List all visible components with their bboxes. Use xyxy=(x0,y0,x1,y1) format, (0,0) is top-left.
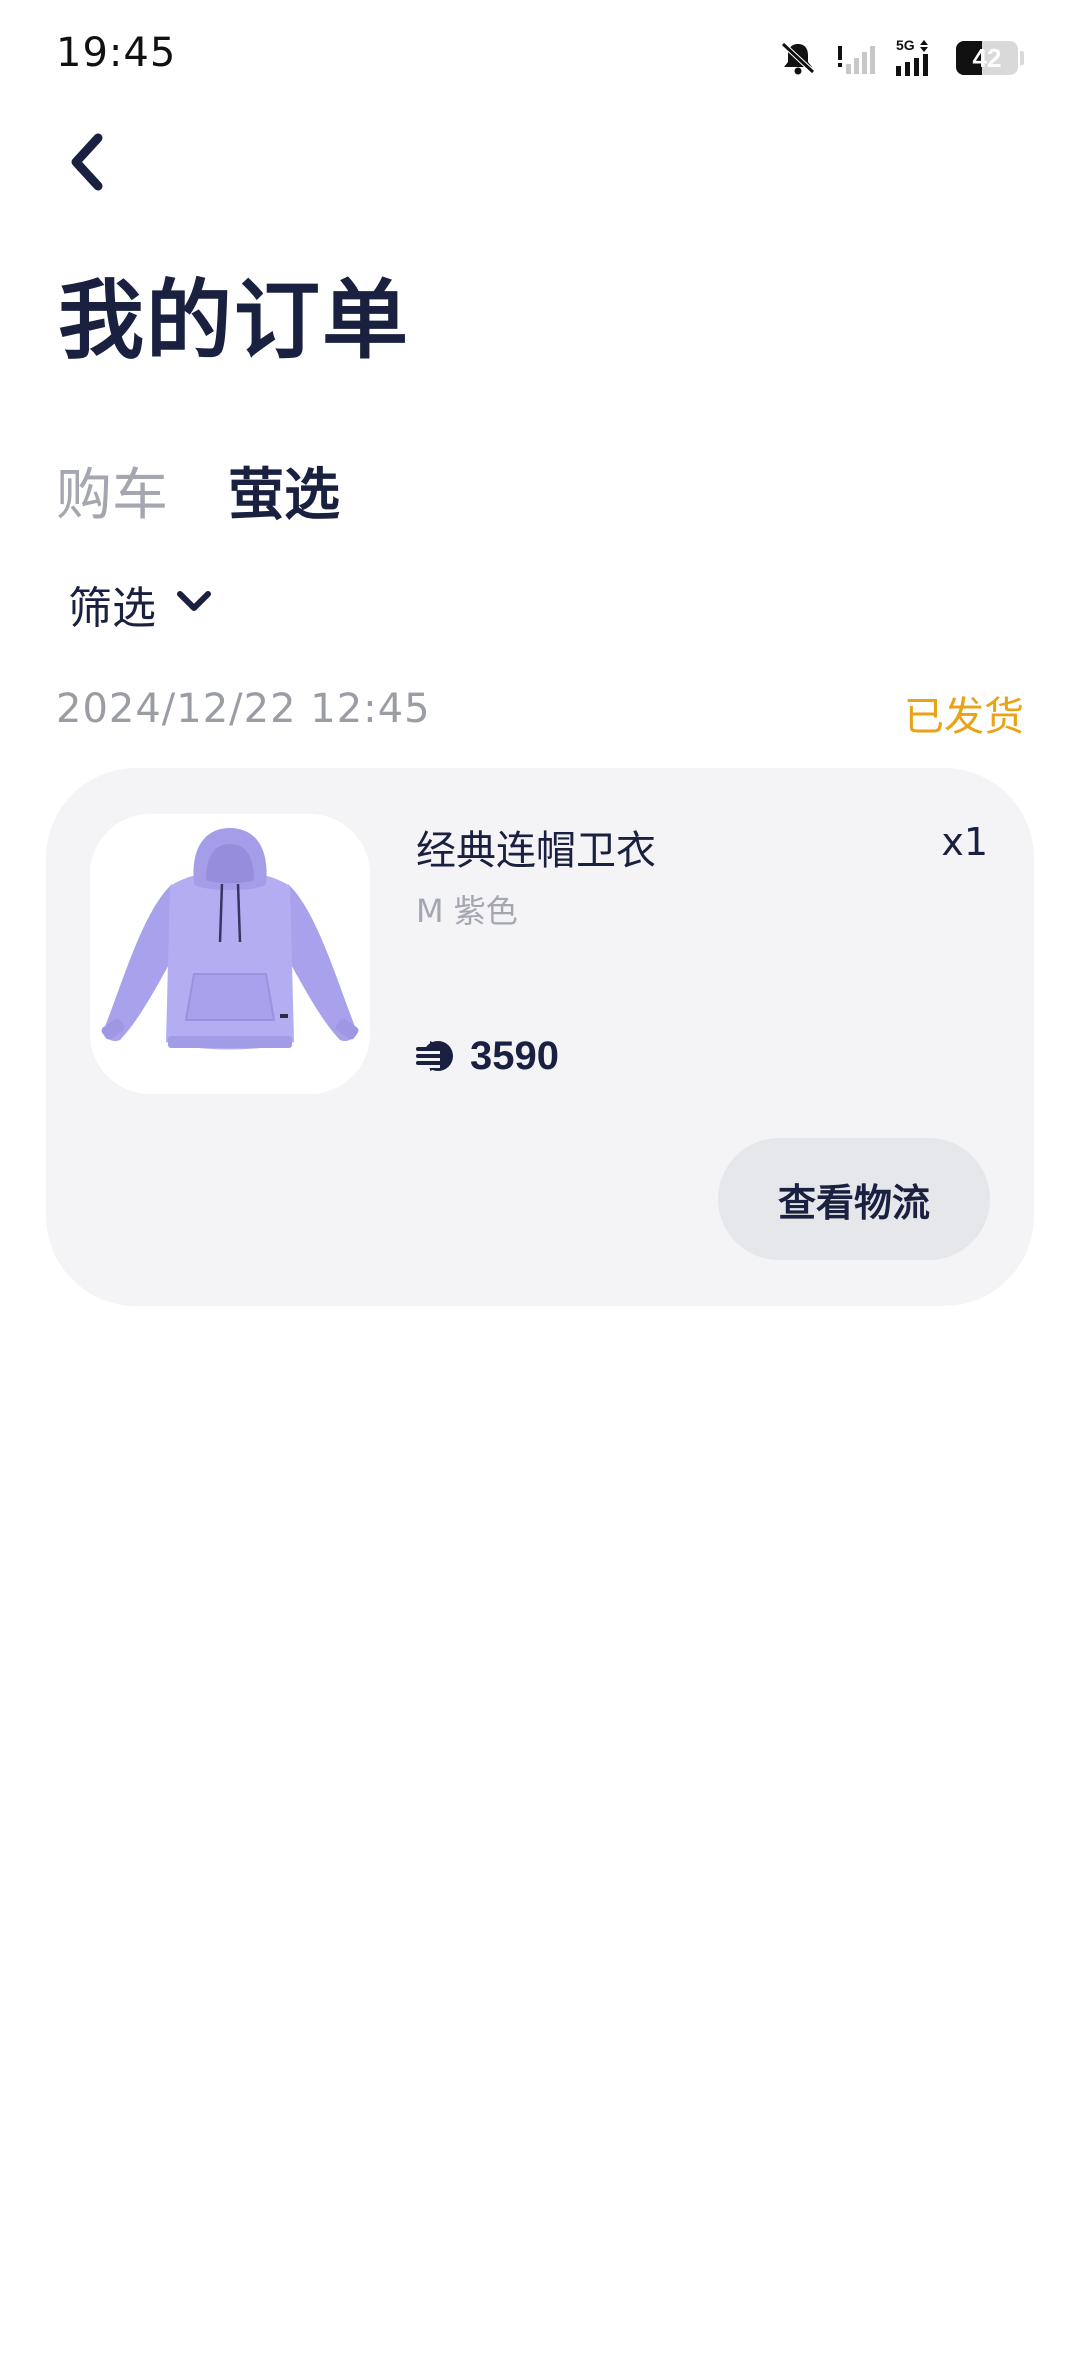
product-name: 经典连帽卫衣 xyxy=(416,828,656,874)
order-tabs: 购车 萤选 xyxy=(56,450,340,531)
chevron-left-icon xyxy=(64,130,108,198)
back-button[interactable] xyxy=(56,128,116,200)
product-quantity: x1 xyxy=(941,820,988,864)
status-bar: 19:45 5G 42 xyxy=(0,0,1080,120)
filter-dropdown[interactable]: 筛选 xyxy=(68,572,214,636)
filter-label: 筛选 xyxy=(68,583,156,634)
signal-5g-icon: 5G xyxy=(894,36,938,80)
order-date: 2024/12/22 12:45 xyxy=(56,686,431,732)
battery-tip xyxy=(1020,51,1024,65)
tab-purchase-car[interactable]: 购车 xyxy=(56,450,168,531)
order-status: 已发货 xyxy=(904,694,1024,740)
chevron-down-icon xyxy=(174,588,214,620)
purple-hoodie-image xyxy=(101,828,359,1050)
price-row: 3590 xyxy=(414,1034,559,1079)
network-label: 5G xyxy=(896,37,915,53)
battery-body: 42 xyxy=(956,41,1018,75)
battery-level: 42 xyxy=(972,42,1002,73)
price-value: 3590 xyxy=(470,1034,559,1078)
page-title: 我的订单 xyxy=(58,271,410,371)
signal-weak-icon xyxy=(836,38,876,78)
coin-icon xyxy=(414,1037,456,1077)
view-logistics-button[interactable]: 查看物流 xyxy=(718,1138,990,1260)
product-image[interactable] xyxy=(90,814,370,1094)
product-variant: M 紫色 xyxy=(416,892,518,930)
tab-selection[interactable]: 萤选 xyxy=(228,450,340,531)
status-icons: 5G 42 xyxy=(778,36,1024,80)
battery-icon: 42 xyxy=(956,41,1024,75)
status-time: 19:45 xyxy=(56,30,177,76)
bell-off-icon xyxy=(778,38,818,78)
order-card[interactable]: 经典连帽卫衣 x1 M 紫色 3590 查看物流 xyxy=(46,768,1034,1306)
